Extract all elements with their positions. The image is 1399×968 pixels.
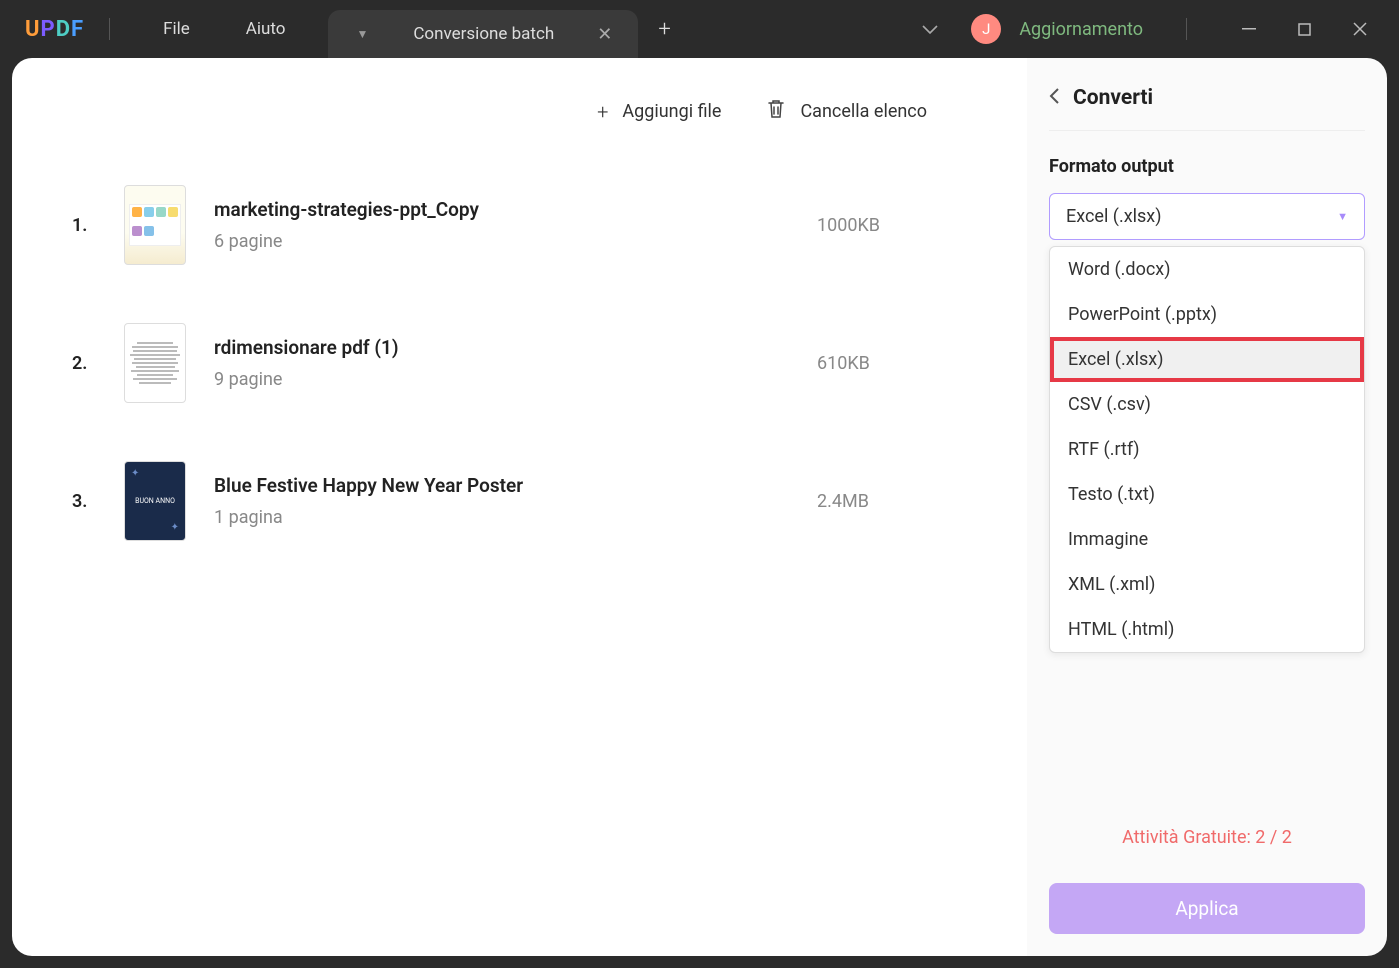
format-label: Formato output [1049,156,1365,177]
panel-header: Converti [1049,86,1365,131]
format-option-excel[interactable]: Excel (.xlsx) [1050,337,1364,382]
format-option-word[interactable]: Word (.docx) [1050,247,1364,292]
format-option-html[interactable]: HTML (.html) [1050,607,1364,652]
file-info: marketing-strategies-ppt_Copy 6 pagine [214,198,789,252]
plus-icon: + [597,100,608,124]
file-name: rdimensionare pdf (1) [214,336,789,359]
trash-icon [766,98,786,125]
format-option-image[interactable]: Immagine [1050,517,1364,562]
list-item[interactable]: 1. marketing-strategies-ppt_Copy 6 pagin… [72,185,967,265]
divider [109,18,110,40]
apply-button[interactable]: Applica [1049,883,1365,934]
format-option-rtf[interactable]: RTF (.rtf) [1050,427,1364,472]
file-thumbnail [124,185,186,265]
file-size: 610KB [817,353,967,374]
file-info: Blue Festive Happy New Year Poster 1 pag… [214,474,789,528]
file-size: 1000KB [817,215,967,236]
file-name: marketing-strategies-ppt_Copy [214,198,789,221]
tab-batch-conversion[interactable]: ▼ Conversione batch ✕ [328,10,638,58]
file-pages: 1 pagina [214,507,789,528]
menu-help[interactable]: Aiuto [218,19,314,39]
tab-label: Conversione batch [393,24,574,44]
file-number: 1. [72,215,96,236]
titlebar-right: J Aggiornamento [907,14,1379,44]
convert-panel: Converti Formato output Excel (.xlsx) ▼ … [1027,58,1387,956]
main-content: + Aggiungi file Cancella elenco 1. [0,58,1399,968]
format-option-powerpoint[interactable]: PowerPoint (.pptx) [1050,292,1364,337]
file-list: 1. marketing-strategies-ppt_Copy 6 pagin… [72,185,967,541]
clear-list-label: Cancella elenco [800,101,927,122]
format-option-text[interactable]: Testo (.txt) [1050,472,1364,517]
back-chevron-icon[interactable] [1049,88,1059,108]
chevron-down-icon[interactable] [907,20,953,39]
update-label[interactable]: Aggiornamento [1019,19,1143,40]
minimize-button[interactable] [1230,28,1268,30]
caret-down-icon: ▼ [1337,210,1348,223]
close-window-button[interactable] [1341,22,1379,36]
list-item[interactable]: 2. rdimensionare pdf (1) 9 pagine 610KB [72,323,967,403]
maximize-button[interactable] [1286,23,1323,36]
file-pages: 9 pagine [214,369,789,390]
selected-format: Excel (.xlsx) [1066,206,1162,227]
file-thumbnail [124,323,186,403]
add-file-label: Aggiungi file [622,101,721,122]
avatar[interactable]: J [971,14,1001,44]
divider [1186,18,1187,40]
file-pages: 6 pagine [214,231,789,252]
file-name: Blue Festive Happy New Year Poster [214,474,789,497]
output-format-select[interactable]: Excel (.xlsx) ▼ [1049,193,1365,240]
file-list-panel: + Aggiungi file Cancella elenco 1. [12,58,1027,956]
tab-dropdown-icon[interactable]: ▼ [356,27,368,41]
app-logo: UPDF [25,17,84,42]
titlebar: UPDF File Aiuto ▼ Conversione batch ✕ + … [0,0,1399,58]
close-icon[interactable]: ✕ [589,24,620,45]
new-tab-button[interactable]: + [658,17,670,42]
file-thumbnail: BUON ANNO [124,461,186,541]
file-number: 3. [72,491,96,512]
file-number: 2. [72,353,96,374]
list-item[interactable]: 3. BUON ANNO Blue Festive Happy New Year… [72,461,967,541]
panel-title: Converti [1073,86,1153,110]
file-actions: + Aggiungi file Cancella elenco [72,98,967,125]
clear-list-button[interactable]: Cancella elenco [766,98,927,125]
format-option-csv[interactable]: CSV (.csv) [1050,382,1364,427]
file-info: rdimensionare pdf (1) 9 pagine [214,336,789,390]
add-file-button[interactable]: + Aggiungi file [597,98,721,125]
format-dropdown: Word (.docx) PowerPoint (.pptx) Excel (.… [1049,246,1365,653]
quota-text: Attività Gratuite: 2 / 2 [1049,827,1365,848]
format-option-xml[interactable]: XML (.xml) [1050,562,1364,607]
file-size: 2.4MB [817,491,967,512]
menu-file[interactable]: File [135,19,218,39]
